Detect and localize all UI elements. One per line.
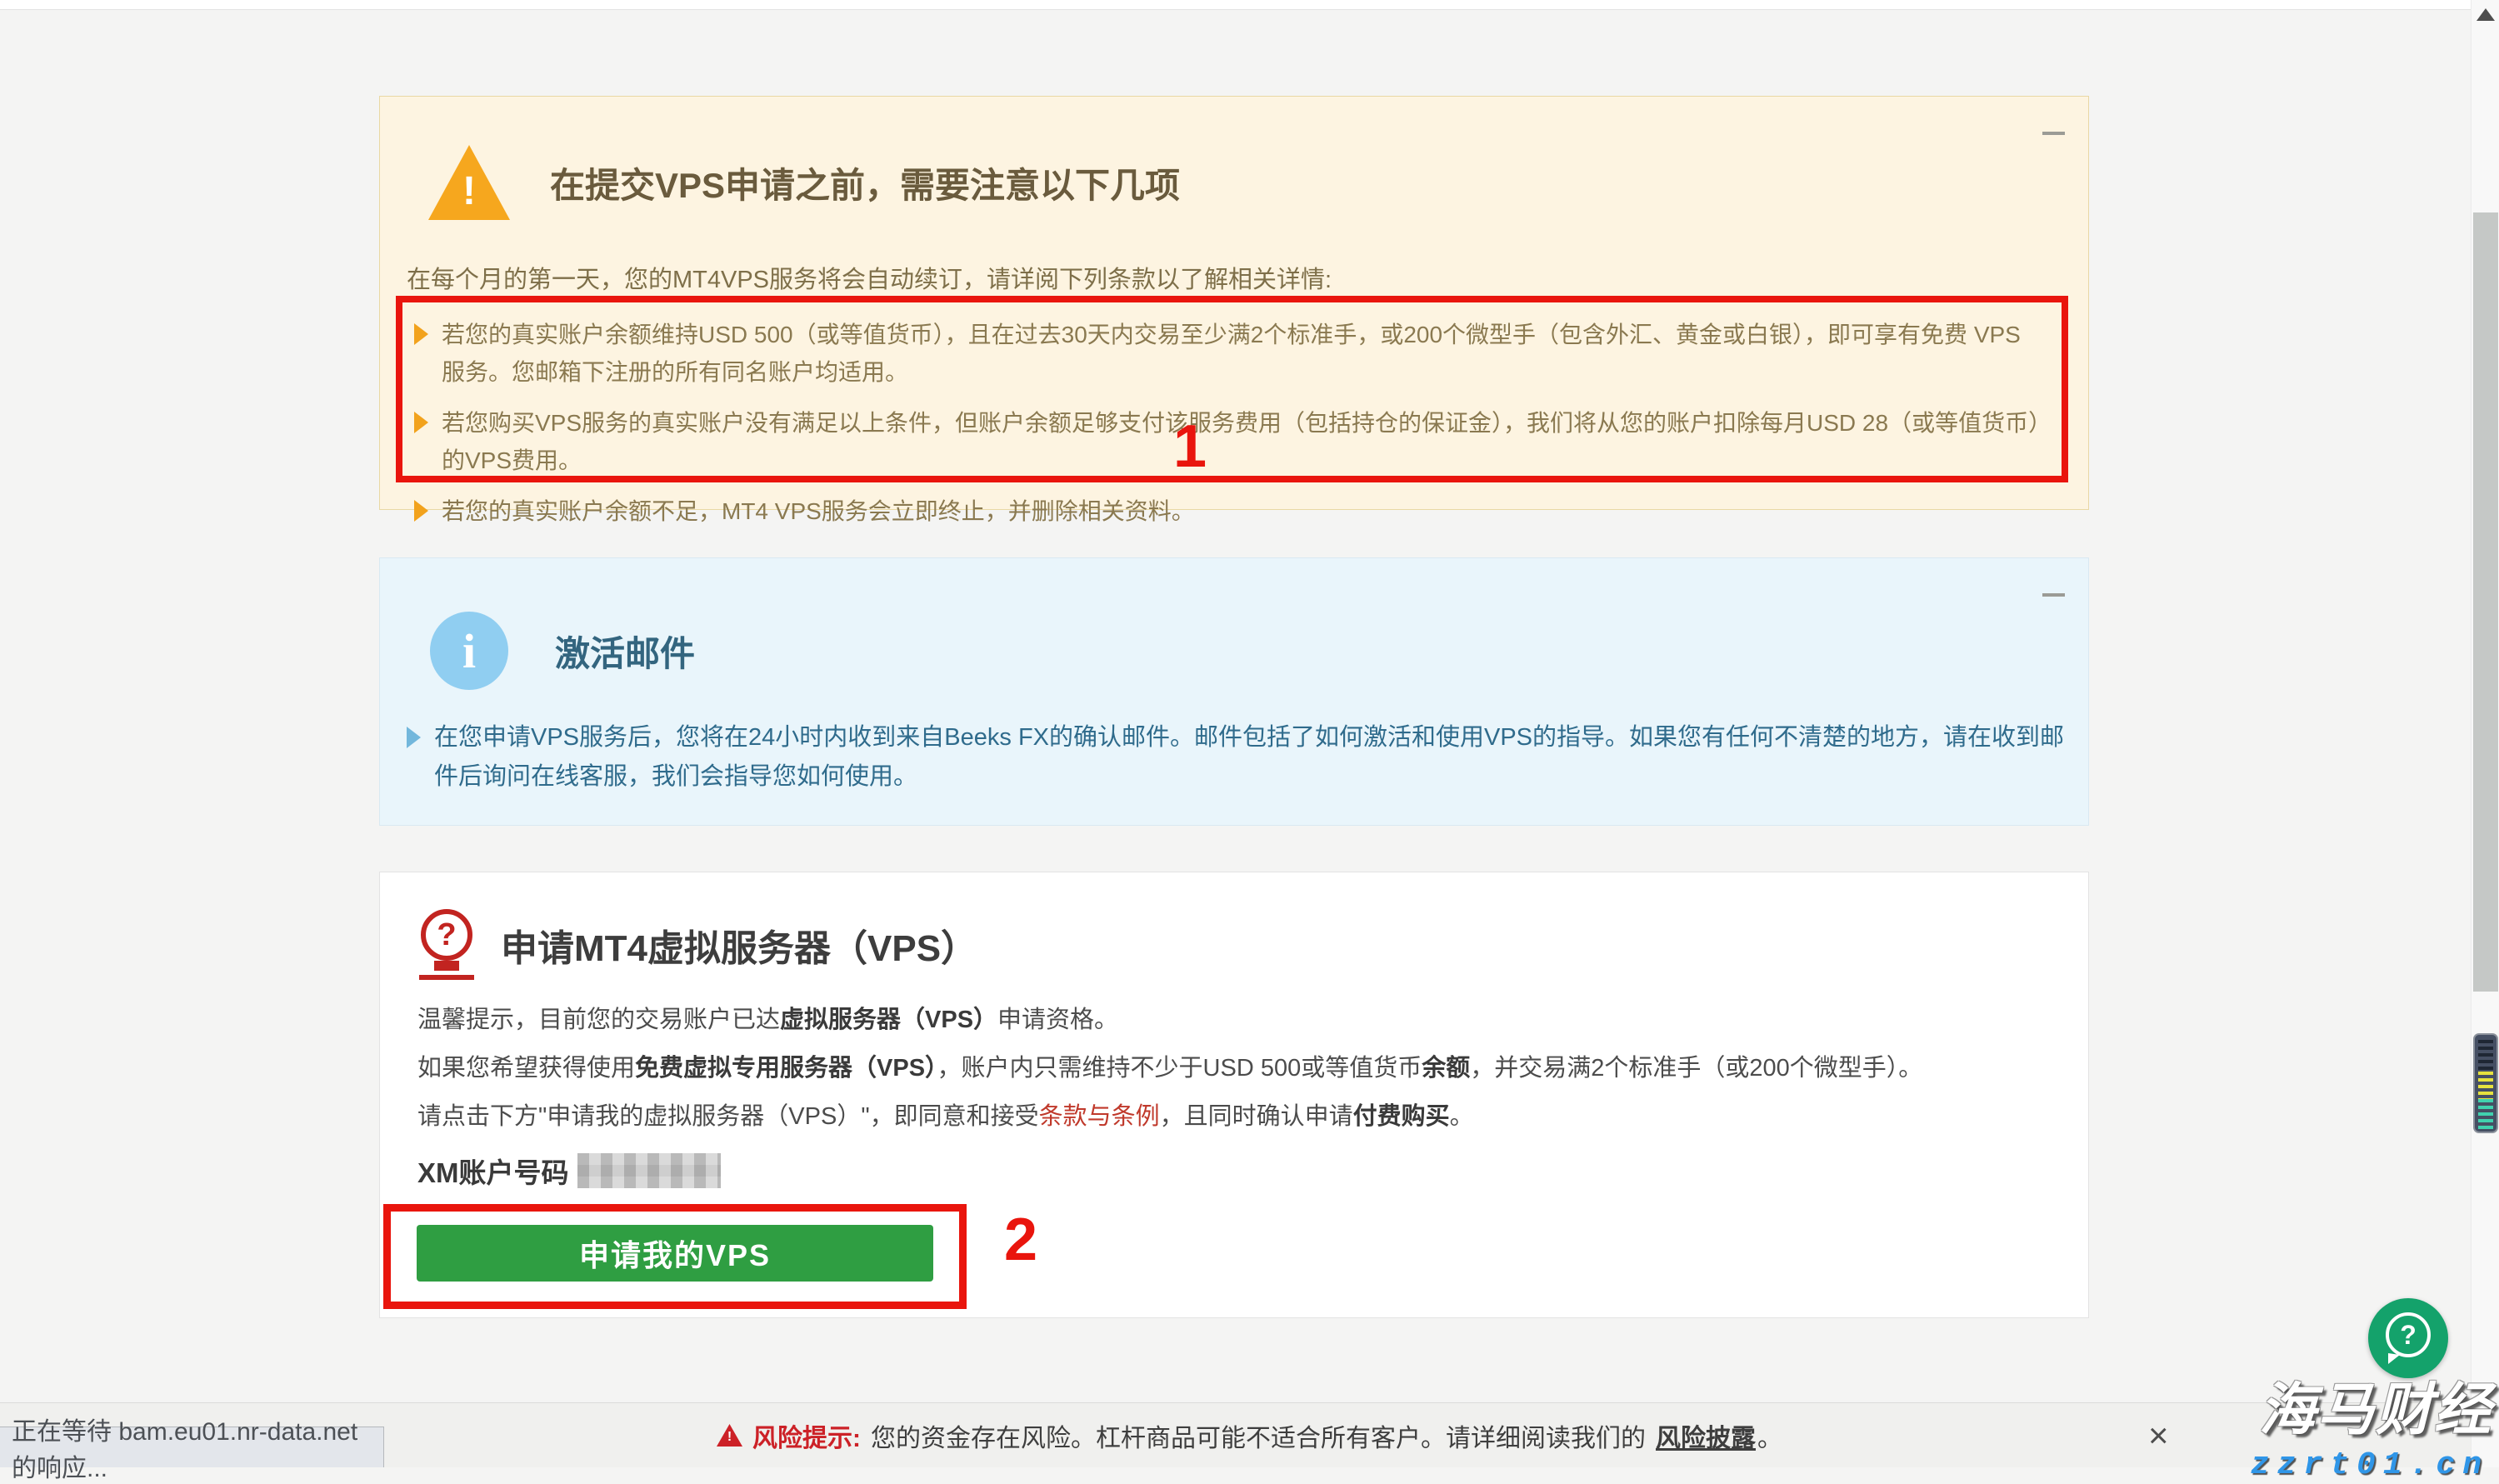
email-title: 激活邮件	[555, 626, 695, 677]
risk-disclosure-link[interactable]: 风险披露	[1656, 1417, 1756, 1454]
collapse-icon[interactable]	[2042, 593, 2065, 597]
vps-application-page: ! 在提交VPS申请之前，需要注意以下几项 在每个月的第一天，您的MT4VPS服…	[0, 0, 2499, 1467]
list-item: 若您购买VPS服务的真实账户没有满足以上条件，但账户余额足够支付该服务费用（包括…	[414, 404, 2043, 479]
browser-status-text: 正在等待 bam.eu01.nr-data.net 的响应...	[0, 1427, 384, 1467]
scroll-up-arrow-icon[interactable]	[2477, 8, 2495, 21]
risk-suffix: 。	[1757, 1417, 1782, 1454]
risk-label: 风险提示:	[752, 1417, 861, 1454]
bullet-arrow-icon	[414, 500, 428, 522]
scrollbar-thumb[interactable]	[2473, 212, 2498, 992]
redacted-account-number	[577, 1153, 721, 1188]
annotation-box-1: 若您的真实账户余额维持USD 500（或等值货币），且在过去30天内交易至少满2…	[396, 296, 2068, 482]
close-icon[interactable]: ×	[2148, 1403, 2169, 1467]
list-item: 若您的真实账户余额不足，MT4 VPS服务会立即终止，并删除相关资料。	[414, 492, 2043, 530]
apply-panel: ? 申请MT4虚拟服务器（VPS） 温馨提示，目前您的交易账户已达虚拟服务器（V…	[379, 872, 2089, 1318]
notice-panel: ! 在提交VPS申请之前，需要注意以下几项 在每个月的第一天，您的MT4VPS服…	[379, 96, 2089, 510]
annotation-number-2: 2	[1004, 1210, 1037, 1270]
minimap-widget[interactable]	[2473, 1033, 2498, 1133]
scrollbar[interactable]	[2471, 0, 2499, 1467]
paragraph-3: 请点击下方"申请我的虚拟服务器（VPS）"，即同意和接受条款与条例，且同时确认申…	[417, 1104, 1922, 1130]
bullet-text: 若您购买VPS服务的真实账户没有满足以上条件，但账户余额足够支付该服务费用（包括…	[442, 404, 2043, 479]
chat-question-icon: ?	[2386, 1312, 2431, 1357]
account-row: XM账户号码	[417, 1151, 721, 1191]
risk-warning-icon: !	[717, 1424, 742, 1447]
bullet-arrow-icon	[414, 323, 428, 345]
minimap-yellow-stripes	[2478, 1072, 2493, 1099]
list-item: 若您的真实账户余额维持USD 500（或等值货币），且在过去30天内交易至少满2…	[414, 316, 2043, 391]
help-button[interactable]: ?	[2368, 1298, 2448, 1378]
email-panel: i 激活邮件 在您申请VPS服务后，您将在24小时内收到来自Beeks FX的确…	[379, 557, 2089, 826]
notice-title: 在提交VPS申请之前，需要注意以下几项	[550, 157, 1180, 208]
top-strip	[0, 0, 2499, 10]
paragraph-1: 温馨提示，目前您的交易账户已达虚拟服务器（VPS）申请资格。	[417, 1007, 1922, 1033]
bullet-text: 若您的真实账户余额不足，MT4 VPS服务会立即终止，并删除相关资料。	[442, 492, 1195, 530]
collapse-icon[interactable]	[2042, 132, 2065, 135]
paragraph-2: 如果您希望获得使用免费虚拟专用服务器（VPS），账户内只需维持不少于USD 50…	[417, 1056, 1922, 1082]
account-label: XM账户号码	[417, 1151, 569, 1191]
bullet-arrow-icon	[407, 727, 421, 748]
annotation-number-1: 1	[1173, 417, 1207, 477]
risk-text: 您的资金存在风险。杠杆商品可能不适合所有客户。请详细阅读我们的	[871, 1417, 1646, 1454]
email-text: 在您申请VPS服务后，您将在24小时内收到来自Beeks FX的确认邮件。邮件包…	[434, 718, 2088, 797]
info-icon: i	[430, 612, 508, 690]
minimap-teal-stripes	[2478, 1099, 2493, 1129]
apply-title: 申请MT4虚拟服务器（VPS）	[501, 918, 977, 972]
terms-link[interactable]: 条款与条例	[1039, 1103, 1160, 1130]
warning-triangle-icon: !	[428, 145, 510, 220]
minimap-dark-stripes	[2478, 1040, 2493, 1072]
stamp-icon: ?	[417, 909, 482, 981]
annotation-box-2	[383, 1204, 967, 1309]
bullet-arrow-icon	[414, 412, 428, 433]
bullet-text: 若您的真实账户余额维持USD 500（或等值货币），且在过去30天内交易至少满2…	[442, 316, 2043, 391]
apply-paragraphs: 温馨提示，目前您的交易账户已达虚拟服务器（VPS）申请资格。 如果您希望获得使用…	[417, 1007, 1922, 1152]
email-body: 在您申请VPS服务后，您将在24小时内收到来自Beeks FX的确认邮件。邮件包…	[407, 718, 2088, 797]
apply-header: ? 申请MT4虚拟服务器（VPS）	[417, 909, 977, 981]
notice-intro: 在每个月的第一天，您的MT4VPS服务将会自动续订，请详阅下列条款以了解相关详情…	[407, 260, 1332, 295]
notice-header: ! 在提交VPS申请之前，需要注意以下几项	[428, 145, 1180, 220]
chat-bubble-tail	[2388, 1353, 2400, 1364]
email-header: i 激活邮件	[430, 612, 695, 690]
